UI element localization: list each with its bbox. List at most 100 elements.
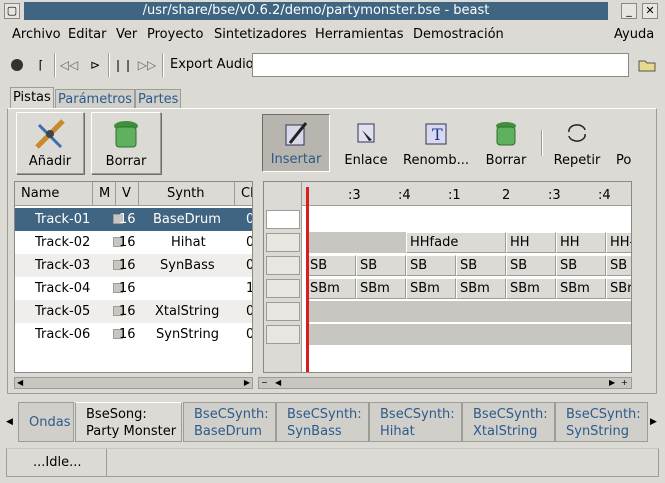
add-track-icon	[35, 119, 65, 149]
part[interactable]: SB	[456, 255, 506, 276]
insert-part-tool[interactable]: Insertar	[262, 114, 330, 172]
track-list-scrollbar[interactable]: ◀ ▶	[14, 377, 253, 389]
scroll-right-icon[interactable]: ▶	[244, 378, 250, 388]
rewind-icon[interactable]: ◁◁	[58, 53, 80, 77]
tab-parametros[interactable]: Parámetros	[55, 89, 136, 109]
forward-icon[interactable]: ▷▷	[136, 53, 158, 77]
delete-track-button[interactable]: Borrar	[91, 112, 161, 174]
toolbar-separator	[162, 53, 164, 77]
column-header-name[interactable]: Name	[15, 182, 93, 206]
part[interactable]: SB	[406, 255, 456, 276]
menu-proyecto[interactable]: Proyecto	[147, 27, 204, 42]
tab-pistas[interactable]: Pistas	[10, 87, 54, 109]
track-row-04[interactable]: Track-04 16 1	[15, 277, 252, 300]
part[interactable]: HH	[556, 232, 606, 253]
scroll-left-icon[interactable]: ◀	[17, 378, 23, 388]
lane-track-06[interactable]	[306, 324, 631, 345]
minimize-icon[interactable]: _	[621, 3, 637, 19]
tab-csynth-basedrum[interactable]: BseCSynth: BaseDrum	[183, 402, 276, 442]
delete-part-tool[interactable]: Borrar	[478, 114, 534, 172]
lane-track-04[interactable]: SBm SBm SBm SBm SBm SBm SBr	[306, 277, 631, 299]
part[interactable]: SB	[306, 255, 356, 276]
track-list: Name M V Synth Ch Track-01 16 BaseDrum 0…	[14, 181, 253, 373]
column-header-synth[interactable]: Synth	[139, 182, 235, 206]
folder-icon[interactable]	[636, 53, 658, 77]
window-menu-icon[interactable]: ▢	[4, 3, 20, 19]
grid-track-slot[interactable]	[266, 210, 300, 229]
menu-sintetizadores[interactable]: Sintetizadores	[214, 27, 307, 42]
grid-track-slot[interactable]	[266, 325, 300, 344]
stop-icon[interactable]: ⌈	[30, 53, 52, 77]
tab-csynth-xtalstring[interactable]: BseCSynth: XtalString	[462, 402, 555, 442]
menu-ayuda[interactable]: Ayuda	[614, 27, 654, 42]
track-row-06[interactable]: Track-06 16 SynString 0	[15, 323, 252, 346]
track-row-02[interactable]: Track-02 16 Hihat 0	[15, 231, 252, 254]
scroll-left-icon[interactable]: ◀	[275, 378, 281, 388]
column-header-voices[interactable]: V	[116, 182, 139, 206]
part[interactable]: SB	[356, 255, 406, 276]
grid-track-slot[interactable]	[266, 279, 300, 298]
tab-ondas[interactable]: Ondas	[18, 402, 74, 442]
tab-bsesong-party-monster[interactable]: BseSong: Party Monster	[75, 402, 182, 442]
tab-scroll-right-icon[interactable]: ▶	[650, 402, 662, 442]
tab-partes[interactable]: Partes	[135, 89, 182, 109]
column-header-channel[interactable]: Ch	[235, 182, 252, 206]
lane-track-02[interactable]: HHfade HH HH HH-	[306, 231, 631, 254]
position-tool[interactable]: Po	[612, 114, 636, 172]
rename-part-tool[interactable]: T Renomb...	[400, 114, 472, 172]
repeat-part-tool[interactable]: Repetir	[548, 114, 606, 172]
tab-csynth-synstring[interactable]: BseCSynth: SynString	[555, 402, 648, 442]
grid-track-slot[interactable]	[266, 233, 300, 252]
grid-track-slot[interactable]	[266, 256, 300, 275]
part[interactable]: HH	[506, 232, 556, 253]
menu-demostracion[interactable]: Demostración	[413, 27, 504, 42]
part[interactable]: SBm	[406, 278, 456, 299]
play-icon[interactable]: ⊳	[84, 53, 106, 77]
track-row-01[interactable]: Track-01 16 BaseDrum 0	[15, 208, 252, 231]
tab-csynth-synbass[interactable]: BseCSynth: SynBass	[276, 402, 369, 442]
part[interactable]: SBm	[556, 278, 606, 299]
zoom-out-icon[interactable]: −	[261, 378, 268, 388]
link-tool-icon	[357, 123, 375, 143]
close-icon[interactable]: ✕	[642, 3, 658, 19]
playback-pointer[interactable]	[306, 187, 309, 372]
part-grid-scrollbar[interactable]: − ◀ ▶ +	[258, 377, 632, 389]
record-icon[interactable]	[6, 53, 28, 77]
pause-icon[interactable]: ❙❙	[112, 53, 134, 77]
part[interactable]: SBm	[306, 278, 356, 299]
part[interactable]: SB	[556, 255, 606, 276]
menu-herramientas[interactable]: Herramientas	[315, 27, 404, 42]
transport-toolbar: ⌈ ◁◁ ⊳ ❙❙ ▷▷ Export Audio	[0, 50, 665, 80]
grid-track-slot[interactable]	[266, 302, 300, 321]
track-row-03[interactable]: Track-03 16 SynBass 0	[15, 254, 252, 277]
position-tool-label: Po	[616, 153, 632, 168]
add-track-button[interactable]: Añadir	[16, 112, 84, 174]
part[interactable]: SB	[606, 255, 631, 276]
column-header-mute[interactable]: M	[93, 182, 116, 206]
track-row-05[interactable]: Track-05 16 XtalString 0	[15, 300, 252, 323]
part[interactable]: SBm	[506, 278, 556, 299]
link-part-tool[interactable]: Enlace	[336, 114, 396, 172]
track-channel: 1	[246, 277, 252, 300]
menu-editar[interactable]: Editar	[68, 27, 107, 42]
part[interactable]: SB	[506, 255, 556, 276]
timeline-ruler[interactable]: :3 :4 :1 2 :3 :4	[302, 182, 631, 206]
ruler-label: :4	[598, 188, 611, 203]
scroll-right-icon[interactable]: ▶	[609, 378, 615, 388]
tab-csynth-hihat[interactable]: BseCSynth: Hihat	[369, 402, 462, 442]
part[interactable]: HHfade	[406, 232, 506, 253]
export-audio-input[interactable]	[252, 53, 629, 77]
tab-csynth-line1: BseCSynth:	[566, 407, 641, 422]
tab-scroll-left-icon[interactable]: ◀	[6, 402, 18, 442]
lane-track-03[interactable]: SB SB SB SB SB SB SB	[306, 254, 631, 276]
lane-track-05[interactable]	[306, 301, 631, 322]
menu-ver[interactable]: Ver	[116, 27, 137, 42]
part[interactable]: SBr	[606, 278, 631, 299]
menu-archivo[interactable]: Archivo	[12, 27, 61, 42]
tab-ondas-label: Ondas	[29, 415, 71, 430]
part[interactable]: SBm	[356, 278, 406, 299]
part[interactable]: SBm	[456, 278, 506, 299]
zoom-in-icon[interactable]: +	[621, 378, 628, 388]
track-voices: 16	[119, 212, 136, 227]
part[interactable]: HH-	[606, 232, 631, 253]
